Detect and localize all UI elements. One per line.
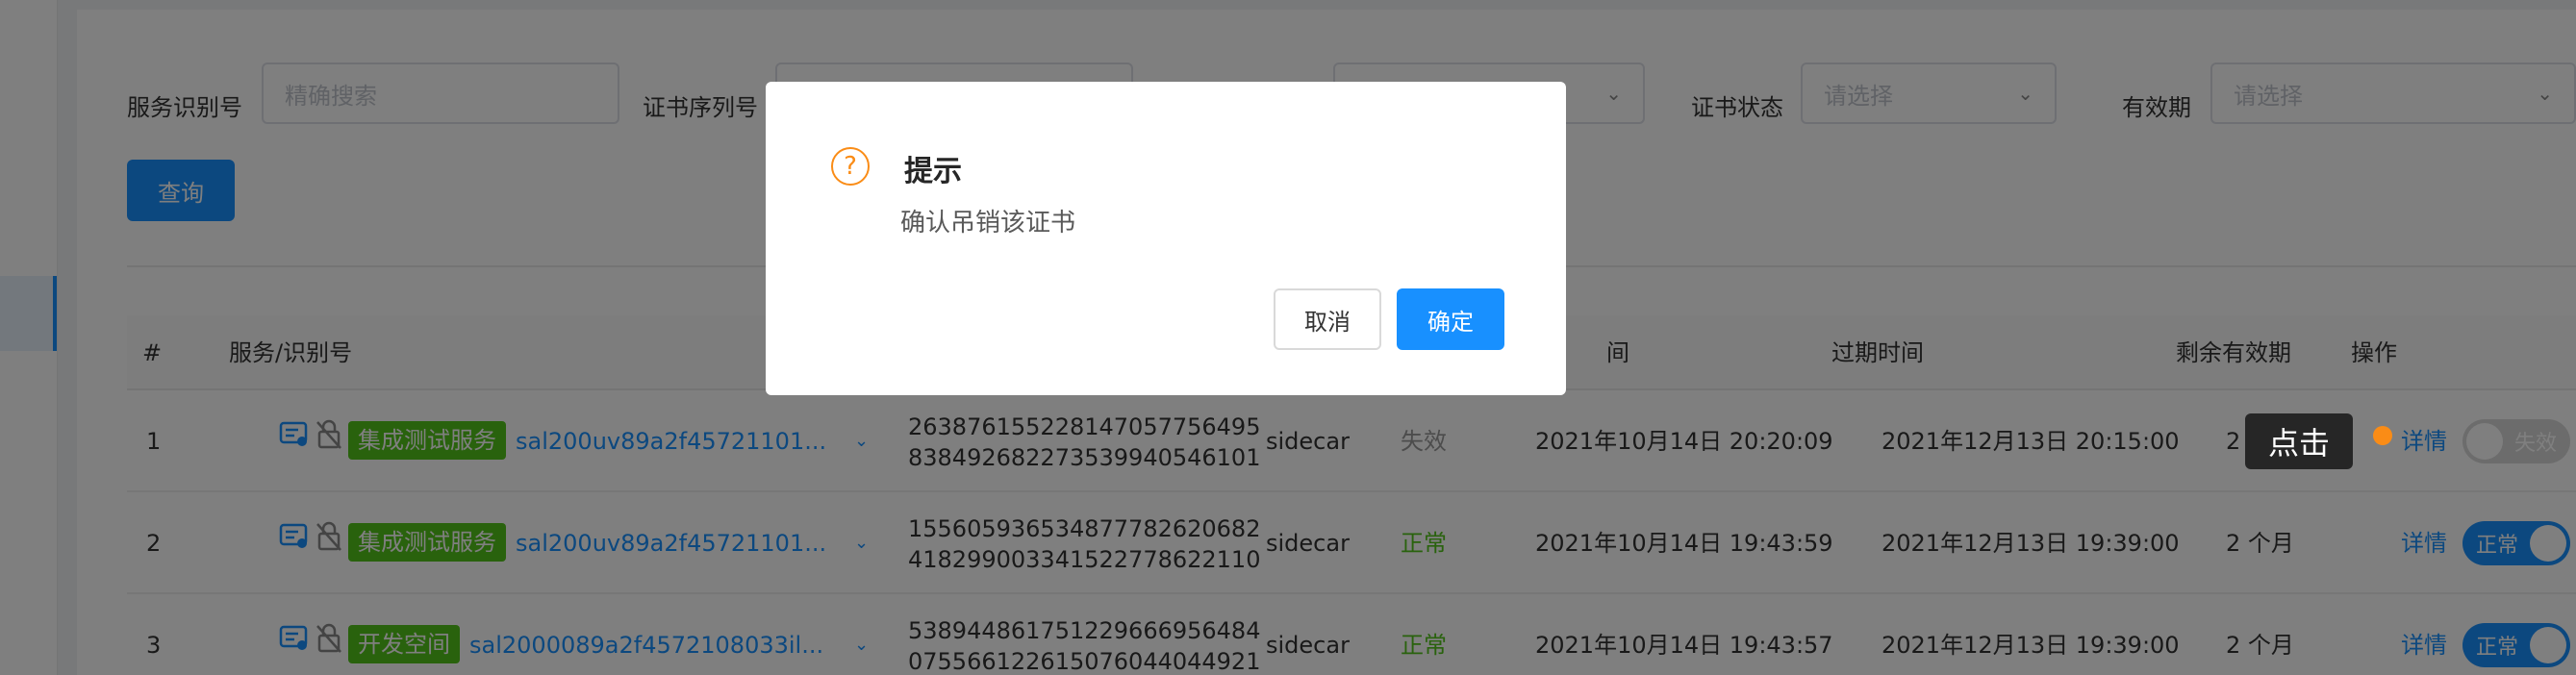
dialog-message: 确认吊销该证书 — [900, 209, 1076, 238]
question-icon: ? — [831, 147, 870, 186]
click-marker-icon — [2373, 426, 2392, 445]
cancel-button[interactable]: 取消 — [1274, 288, 1381, 350]
dialog-title: 提示 — [904, 155, 962, 188]
click-hint-tooltip: 点击 — [2245, 413, 2353, 469]
confirm-button[interactable]: 确定 — [1397, 288, 1504, 350]
confirm-dialog: ? 提示 确认吊销该证书 取消 确定 — [766, 82, 1566, 395]
